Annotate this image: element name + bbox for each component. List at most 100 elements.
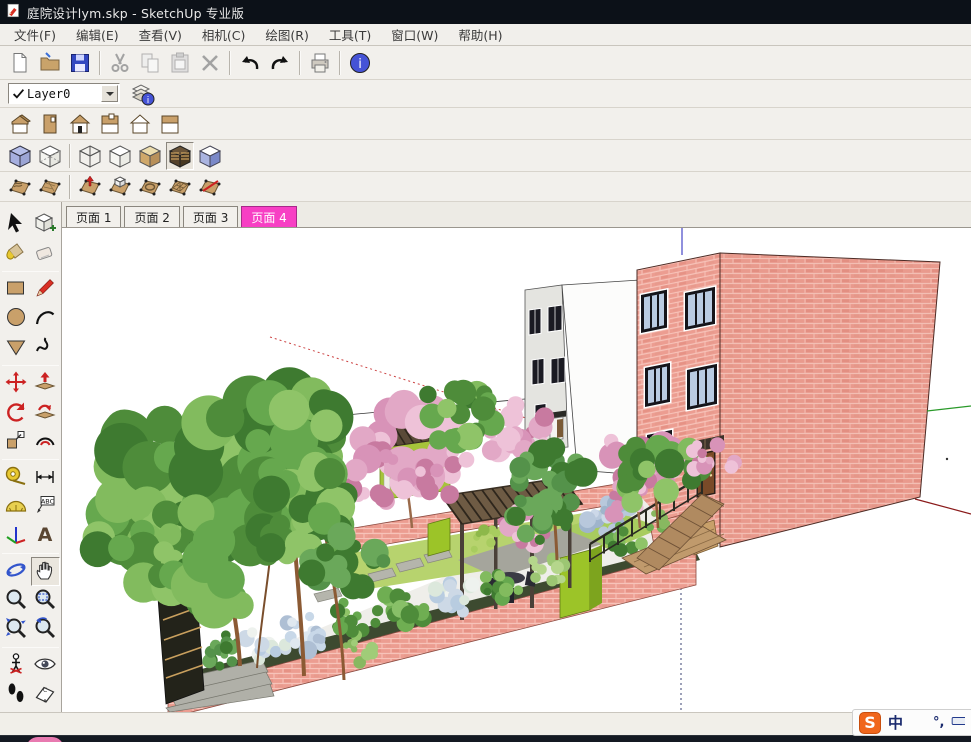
page-tab-2[interactable]: 页面 2 [124,206,179,227]
open-button[interactable] [36,49,64,77]
redo-icon [268,51,292,75]
view-front-button[interactable] [66,110,94,138]
view-left-button[interactable] [126,110,154,138]
zoom-tool[interactable] [2,586,31,615]
copy-button[interactable] [136,49,164,77]
ime-toolbar[interactable]: S 中 °, [852,709,971,736]
print-button[interactable] [306,49,334,77]
style-backedges-button[interactable] [36,142,64,170]
view-right-button[interactable] [156,110,184,138]
view-top-icon [38,112,62,136]
zoom-extents-icon [4,616,28,644]
menu-tools[interactable]: 工具(T) [319,23,381,46]
menu-file[interactable]: 文件(F) [4,23,66,46]
viewport-canvas[interactable] [62,228,971,712]
page-tab-3[interactable]: 页面 3 [183,206,238,227]
ime-fullwidth-icon[interactable] [910,713,926,733]
style-monochrome-button[interactable] [196,142,224,170]
tape-measure-tool[interactable] [2,463,31,492]
palette-separator [2,553,59,554]
menu-window[interactable]: 窗口(W) [381,23,448,46]
menu-edit[interactable]: 编辑(E) [66,23,129,46]
follow-me-tool[interactable] [31,398,60,427]
rotate-tool[interactable] [2,398,31,427]
style-textures-button[interactable] [166,142,194,170]
sandbox-drape-button[interactable] [136,173,164,201]
select-tool[interactable] [2,210,31,239]
cut-button[interactable] [106,49,134,77]
delete-button[interactable] [196,49,224,77]
text-tool[interactable]: ABC [31,492,60,521]
position-camera-tool[interactable] [2,651,31,680]
menu-draw[interactable]: 绘图(R) [255,23,318,46]
look-around-tool[interactable] [31,651,60,680]
zoom-window-tool[interactable] [31,586,60,615]
style-xray-button[interactable] [6,142,34,170]
section-plane-icon: C [33,681,57,709]
view-iso-button[interactable] [6,110,34,138]
paint-bucket-tool[interactable] [2,239,31,268]
page-tab-1[interactable]: 页面 1 [66,206,121,227]
sandbox-smoove-button[interactable] [76,173,104,201]
menu-view[interactable]: 查看(V) [129,23,192,46]
undo-button[interactable] [236,49,264,77]
sandbox-flipedge-button[interactable] [196,173,224,201]
menu-camera[interactable]: 相机(C) [192,23,255,46]
protractor-tool[interactable] [2,492,31,521]
sandbox-scratch-button[interactable] [36,173,64,201]
toolbar-separator [299,51,301,75]
redo-button[interactable] [266,49,294,77]
paste-button[interactable] [166,49,194,77]
model-info-button[interactable]: i [346,49,374,77]
walk-tool[interactable] [2,680,31,709]
freehand-tool[interactable] [31,333,60,362]
layer-combobox[interactable]: Layer0 [8,83,120,104]
dimension-tool[interactable] [31,463,60,492]
style-hiddenline-button[interactable] [106,142,134,170]
view-top-button[interactable] [36,110,64,138]
polygon-tool[interactable] [2,333,31,362]
sandbox-contours-button[interactable] [6,173,34,201]
line-tool[interactable] [31,275,60,304]
layer-dropdown-arrow[interactable] [101,85,118,102]
svg-text:i: i [358,57,362,72]
pan-tool[interactable] [31,557,60,586]
sandbox-detail-button[interactable] [166,173,194,201]
rectangle-tool[interactable] [2,275,31,304]
menu-help[interactable]: 帮助(H) [448,23,512,46]
style-wireframe-button[interactable] [76,142,104,170]
style-shaded-button[interactable] [136,142,164,170]
ime-keyboard-icon[interactable] [951,713,965,733]
taskbar-item[interactable] [26,737,64,742]
save-button[interactable] [66,49,94,77]
offset-tool[interactable] [31,427,60,456]
zoom-extents-tool[interactable] [2,615,31,644]
new-button[interactable] [6,49,34,77]
ime-mode-toggle[interactable]: 中 [888,712,903,733]
layer-manager-button[interactable]: i [129,80,157,108]
orbit-tool[interactable] [2,557,31,586]
rotate-icon [4,399,28,427]
zoom-previous-tool[interactable] [31,615,60,644]
page-tab-4[interactable]: 页面 4 [241,206,296,227]
push-pull-tool[interactable] [31,369,60,398]
view-back-button[interactable] [96,110,124,138]
model-info-icon: i [348,51,372,75]
eraser-icon [33,240,57,268]
text-3d-tool[interactable]: A [31,521,60,550]
taskbar-sliver [0,735,971,742]
scale-tool[interactable] [2,427,31,456]
sandbox-stamp-button[interactable] [106,173,134,201]
ime-brand-icon[interactable]: S [859,712,881,734]
section-plane-tool[interactable]: C [31,680,60,709]
view-back-icon [98,112,122,136]
arc-tool[interactable] [31,304,60,333]
circle-tool[interactable] [2,304,31,333]
ime-punctuation-toggle[interactable]: °, [933,715,944,730]
axes-tool[interactable] [2,521,31,550]
line-icon [33,276,57,304]
move-tool[interactable] [2,369,31,398]
make-component-tool[interactable] [31,210,60,239]
style-hiddenline-icon [108,144,132,168]
eraser-tool[interactable] [31,239,60,268]
